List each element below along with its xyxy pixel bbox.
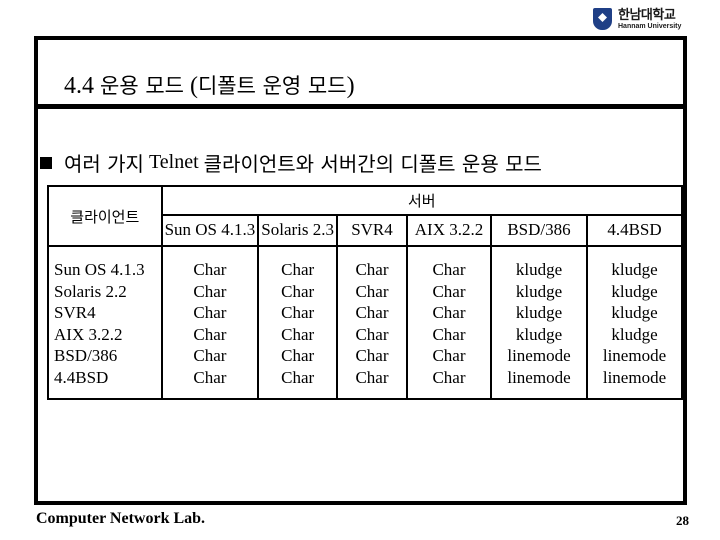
client-header: 클라이언트 [47, 185, 163, 247]
mode-value: linemode [602, 346, 667, 365]
university-emblem-icon [593, 8, 612, 30]
mode-value: Char [281, 260, 315, 279]
logo-english-text: Hannam University [618, 22, 682, 30]
title-paren-close: ) [346, 73, 355, 99]
footer-lab-name: Computer Network Lab. [36, 510, 206, 527]
mode-value: Char [432, 303, 466, 322]
mode-column-cell: kludge kludge kludge kludge linemode lin… [586, 245, 683, 400]
client-name: Solaris 2.2 [54, 281, 127, 301]
telnet-mode-table: 클라이언트 서버 Sun OS 4.1.3 Solaris 2.3 SVR4 A… [47, 185, 684, 400]
server-column-header: AIX 3.2.2 [406, 213, 492, 248]
university-logo: 한남대학교 Hannam University [593, 4, 693, 34]
mode-value: Char [432, 324, 466, 344]
mode-value: kludge [611, 260, 658, 279]
mode-column-cell: Char Char Char Char Char Char [406, 245, 492, 400]
mode-value: kludge [515, 324, 563, 344]
mode-column-cell: Char Char Char Char Char Char [160, 245, 260, 400]
mode-value: Char [281, 303, 315, 322]
logo-korean-text: 한남대학교 [618, 7, 676, 23]
mode-value: Char [281, 367, 315, 387]
mode-value: Char [355, 303, 389, 322]
mode-value: kludge [611, 324, 658, 344]
mode-value: linemode [507, 367, 571, 387]
mode-value: kludge [515, 260, 563, 279]
slide-title: 4.4 운용 모드 (디폴트 운영 모드) [64, 70, 355, 100]
mode-value: kludge [611, 281, 658, 301]
square-bullet-icon [40, 156, 52, 169]
server-column-header: Sun OS 4.1.3 [160, 213, 260, 248]
mode-value: linemode [507, 346, 571, 365]
title-paren-open: ( [189, 73, 198, 99]
mode-column-cell: Char Char Char Char Char Char [257, 245, 338, 400]
mode-value: Char [432, 367, 466, 387]
title-area: 4.4 운용 모드 (디폴트 운영 모드) [38, 40, 683, 109]
client-list-cell: Sun OS 4.1.3 Solaris 2.2 SVR4 AIX 3.2.2 … [47, 245, 163, 400]
mode-value: Char [432, 281, 466, 301]
mode-value: Char [193, 303, 227, 322]
mode-value: Char [355, 346, 389, 365]
mode-value: Char [193, 281, 227, 301]
title-number: 4.4 [64, 73, 94, 99]
mode-column-cell: Char Char Char Char Char Char [336, 245, 408, 400]
slide-frame: 4.4 운용 모드 (디폴트 운영 모드) 여러 가지 Telnet 클라이언트… [34, 36, 687, 505]
mode-value: kludge [611, 303, 658, 322]
server-column-header: BSD/386 [490, 213, 588, 248]
client-name: AIX 3.2.2 [54, 324, 123, 344]
mode-value: kludge [515, 281, 563, 301]
title-korean-1: 운용 모드 [100, 74, 184, 98]
mode-value: Char [193, 346, 227, 365]
mode-value: Char [355, 260, 389, 279]
bullet-text-en: Telnet [148, 151, 199, 173]
server-column-header: Solaris 2.3 [257, 213, 338, 248]
mode-value: Char [355, 324, 389, 344]
bullet-item: 여러 가지 Telnet 클라이언트와 서버간의 디폴트 운용 모드 [38, 148, 542, 177]
mode-value: Char [432, 260, 466, 279]
mode-value: Char [355, 367, 389, 387]
mode-value: kludge [515, 303, 563, 322]
table-body-row: Sun OS 4.1.3 Solaris 2.2 SVR4 AIX 3.2.2 … [47, 245, 683, 400]
mode-value: Char [193, 324, 227, 344]
mode-value: Char [281, 346, 315, 365]
page-number: 28 [676, 513, 689, 528]
mode-value: linemode [602, 367, 667, 387]
client-name: BSD/386 [54, 346, 118, 365]
bullet-text-kr-2: 클라이언트와 서버간의 디폴트 운용 모드 [203, 152, 542, 176]
mode-value: Char [355, 281, 389, 301]
server-header: 서버 [160, 185, 684, 216]
server-column-header: SVR4 [336, 213, 408, 248]
mode-column-cell: kludge kludge kludge kludge linemode lin… [490, 245, 588, 400]
client-name: SVR4 [54, 303, 96, 322]
client-name: 4.4BSD [54, 367, 109, 387]
title-korean-2: 디폴트 운영 모드 [197, 74, 347, 98]
mode-value: Char [193, 367, 227, 387]
bullet-text-kr-1: 여러 가지 [64, 152, 144, 176]
mode-value: Char [193, 260, 227, 279]
mode-value: Char [281, 324, 315, 344]
client-name: Sun OS 4.1.3 [54, 260, 145, 279]
mode-value: Char [281, 281, 315, 301]
server-column-header: 4.4BSD [586, 213, 683, 248]
mode-value: Char [432, 346, 466, 365]
